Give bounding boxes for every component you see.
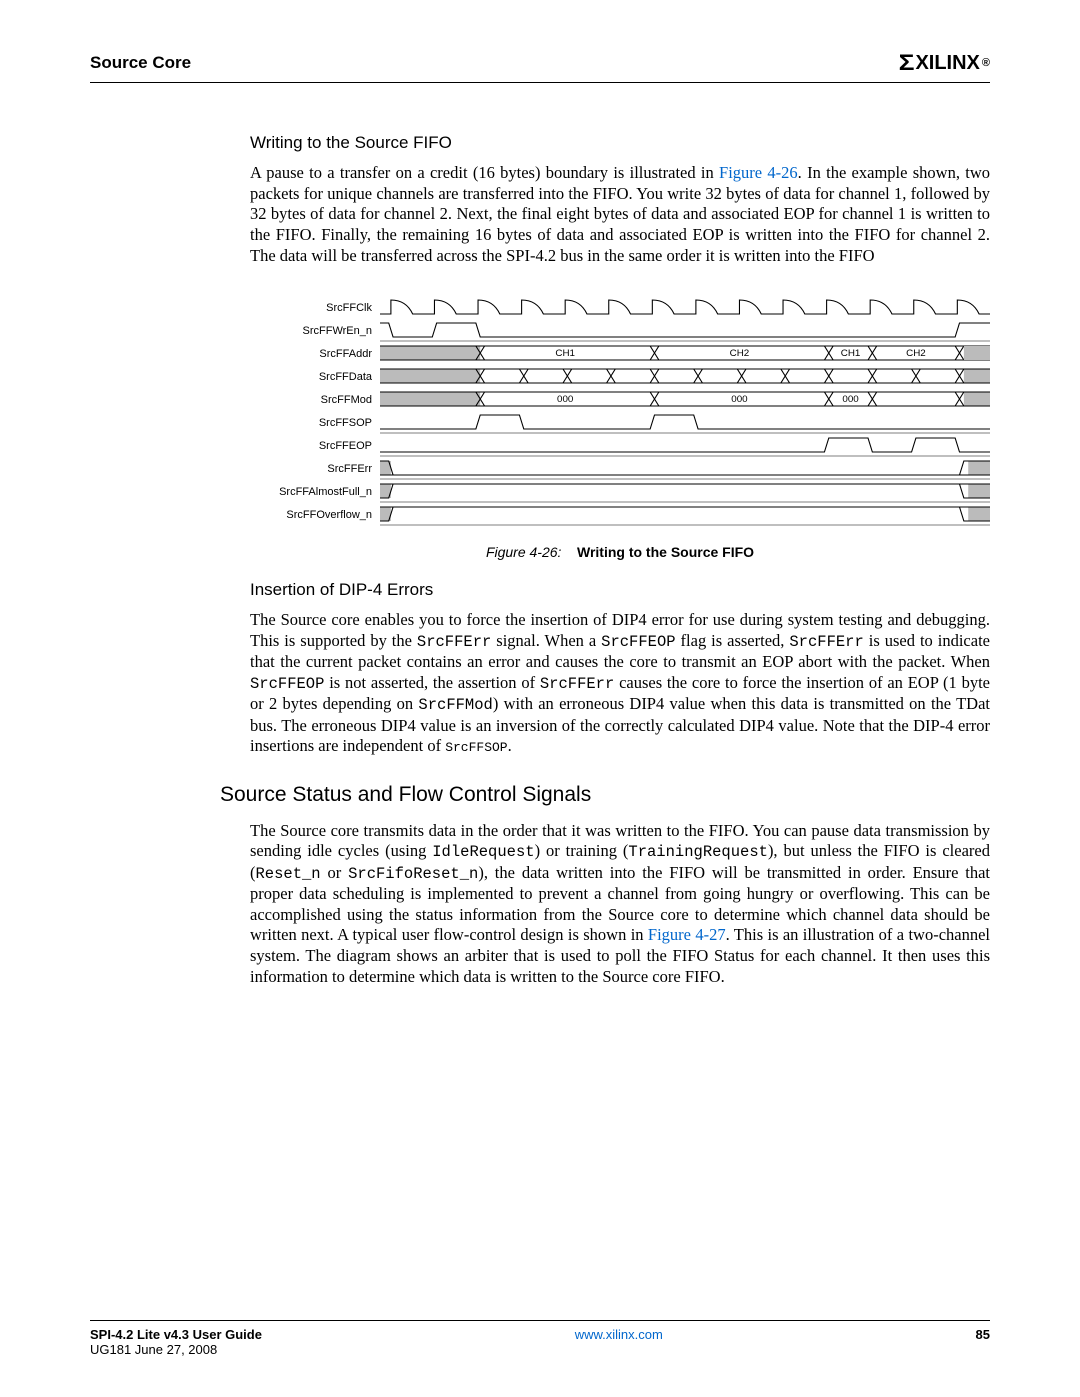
para-dip4-errors: The Source core enables you to force the… xyxy=(250,610,990,757)
code: SrcFFSOP xyxy=(445,740,507,755)
text: or xyxy=(321,863,348,882)
code: SrcFFErr xyxy=(417,633,491,651)
code: IdleRequest xyxy=(432,843,534,861)
signal-row-wren: SrcFFWrEn_n xyxy=(250,319,990,342)
code: SrcFifoReset_n xyxy=(348,865,478,883)
para-writing-source-fifo: A pause to a transfer on a credit (16 by… xyxy=(250,163,990,266)
logo-mark-icon: Σ xyxy=(899,50,915,76)
text: ) or training ( xyxy=(535,841,629,860)
text: is not asserted, the assertion of xyxy=(324,673,539,692)
text: . xyxy=(508,736,512,755)
page-number: 85 xyxy=(976,1327,990,1342)
heading-writing-source-fifo: Writing to the Source FIFO xyxy=(250,133,990,153)
code: SrcFFErr xyxy=(789,633,863,651)
code: SrcFFEOP xyxy=(250,675,324,693)
figure-4-26-link[interactable]: Figure 4-26 xyxy=(719,163,798,182)
para-source-status: The Source core transmits data in the or… xyxy=(250,821,990,988)
figure-number: Figure 4-26: xyxy=(486,544,561,560)
code: SrcFFErr xyxy=(540,675,614,693)
waveform-icon xyxy=(380,457,990,480)
waveform-bus-icon: CH1 CH2 CH1 CH2 xyxy=(380,342,990,365)
waveform-clock-icon xyxy=(380,296,990,319)
svg-text:000: 000 xyxy=(842,394,858,405)
figure-caption: Figure 4-26: Writing to the Source FIFO xyxy=(250,544,990,560)
text: signal. When a xyxy=(491,631,601,650)
main-content: Writing to the Source FIFO A pause to a … xyxy=(250,133,990,987)
xilinx-logo: Σ XILINX ® xyxy=(900,50,990,76)
code: SrcFFEOP xyxy=(601,633,675,651)
bus-label: CH2 xyxy=(906,348,926,359)
signal-row-overflow: SrcFFOverflow_n xyxy=(250,503,990,526)
bus-label: CH2 xyxy=(730,348,750,359)
footer-left: SPI-4.2 Lite v4.3 User Guide UG181 June … xyxy=(90,1327,262,1357)
svg-text:000: 000 xyxy=(557,394,573,405)
signal-row-mod: SrcFFMod 000 000 000 xyxy=(250,388,990,411)
code: SrcFFMod xyxy=(418,696,492,714)
code: TrainingRequest xyxy=(628,843,768,861)
signal-row-err: SrcFFErr xyxy=(250,457,990,480)
page-footer: SPI-4.2 Lite v4.3 User Guide UG181 June … xyxy=(90,1320,990,1357)
signal-label: SrcFFData xyxy=(250,371,380,383)
signal-label: SrcFFEOP xyxy=(250,440,380,452)
footer-url-link[interactable]: www.xilinx.com xyxy=(575,1327,663,1342)
waveform-icon xyxy=(380,434,990,457)
signal-row-almostfull: SrcFFAlmostFull_n xyxy=(250,480,990,503)
signal-row-eop: SrcFFEOP xyxy=(250,434,990,457)
waveform-icon xyxy=(380,411,990,434)
signal-row-sop: SrcFFSOP xyxy=(250,411,990,434)
code: Reset_n xyxy=(256,865,321,883)
bus-label: CH1 xyxy=(555,348,575,359)
heading-source-status: Source Status and Flow Control Signals xyxy=(220,783,990,807)
signal-row-data: SrcFFData xyxy=(250,365,990,388)
signal-label: SrcFFWrEn_n xyxy=(250,325,380,337)
signal-label: SrcFFMod xyxy=(250,394,380,406)
signal-label: SrcFFOverflow_n xyxy=(250,509,380,521)
signal-row-addr: SrcFFAddr CH1 CH2 CH1 CH2 xyxy=(250,342,990,365)
signal-label: SrcFFAddr xyxy=(250,348,380,360)
guide-title: SPI-4.2 Lite v4.3 User Guide xyxy=(90,1327,262,1342)
timing-diagram: SrcFFClk SrcFFWrEn_n SrcFFAddr xyxy=(250,296,990,526)
logo-text: XILINX xyxy=(915,52,979,75)
signal-label: SrcFFSOP xyxy=(250,417,380,429)
waveform-icon xyxy=(380,480,990,503)
figure-4-26: SrcFFClk SrcFFWrEn_n SrcFFAddr xyxy=(250,296,990,560)
waveform-bus-icon xyxy=(380,365,990,388)
waveform-icon xyxy=(380,503,990,526)
section-title: Source Core xyxy=(90,53,191,73)
text: flag is asserted, xyxy=(676,631,790,650)
signal-row-clk: SrcFFClk xyxy=(250,296,990,319)
logo-registered: ® xyxy=(982,57,990,69)
figure-caption-text: Writing to the Source FIFO xyxy=(577,544,754,560)
figure-4-27-link[interactable]: Figure 4-27 xyxy=(648,925,726,944)
svg-text:000: 000 xyxy=(731,394,747,405)
bus-label: CH1 xyxy=(841,348,861,359)
page-header: Source Core Σ XILINX ® xyxy=(90,50,990,83)
waveform-bus-icon: 000 000 000 xyxy=(380,388,990,411)
guide-date: UG181 June 27, 2008 xyxy=(90,1342,262,1357)
signal-label: SrcFFAlmostFull_n xyxy=(250,486,380,498)
waveform-icon xyxy=(380,319,990,342)
heading-dip4-errors: Insertion of DIP-4 Errors xyxy=(250,580,990,600)
signal-label: SrcFFClk xyxy=(250,302,380,314)
signal-label: SrcFFErr xyxy=(250,463,380,475)
text: A pause to a transfer on a credit (16 by… xyxy=(250,163,719,182)
